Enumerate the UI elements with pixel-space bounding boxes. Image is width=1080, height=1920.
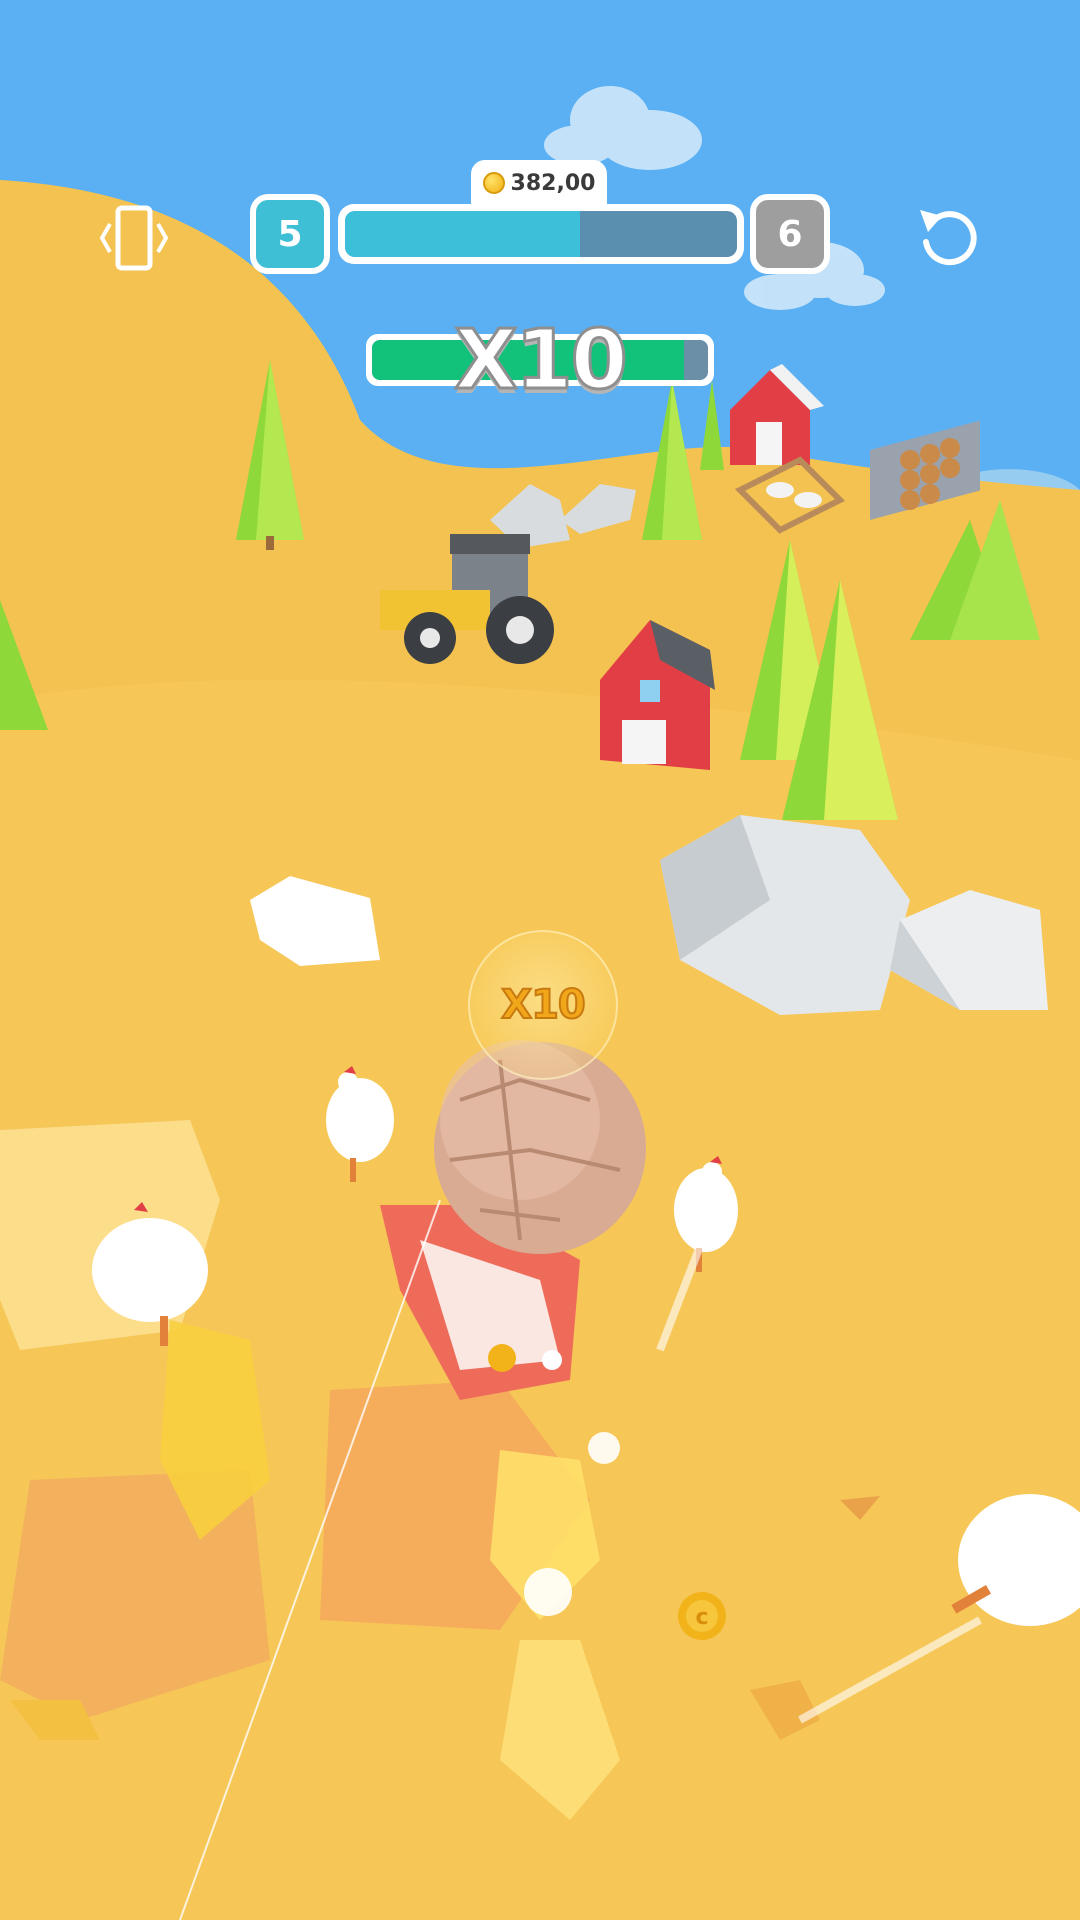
level-progress-bar [338, 204, 744, 264]
level-progress-fill [345, 211, 581, 257]
coin-amount: 382,00 [510, 170, 596, 196]
ball-multiplier-bubble: X10 [468, 930, 618, 1080]
coin: c [678, 1592, 726, 1640]
ball-multiplier-label: X10 [500, 981, 586, 1029]
rotate-device-icon [99, 205, 169, 271]
restart-button[interactable] [906, 196, 990, 280]
svg-text:c: c [695, 1605, 708, 1630]
multiplier-label: X10 [453, 311, 629, 409]
coin-counter: 382,00 [471, 160, 607, 206]
restart-icon [920, 210, 977, 266]
rotate-device-button[interactable] [96, 200, 172, 276]
next-level-badge: 6 [750, 194, 830, 274]
coin-icon [482, 172, 505, 194]
coin-particle [488, 1344, 516, 1372]
game-stage[interactable]: c 382,00 5 6 X10 X10 [0, 0, 1080, 1920]
level-progress-track [345, 211, 737, 257]
current-level-badge: 5 [250, 194, 330, 274]
